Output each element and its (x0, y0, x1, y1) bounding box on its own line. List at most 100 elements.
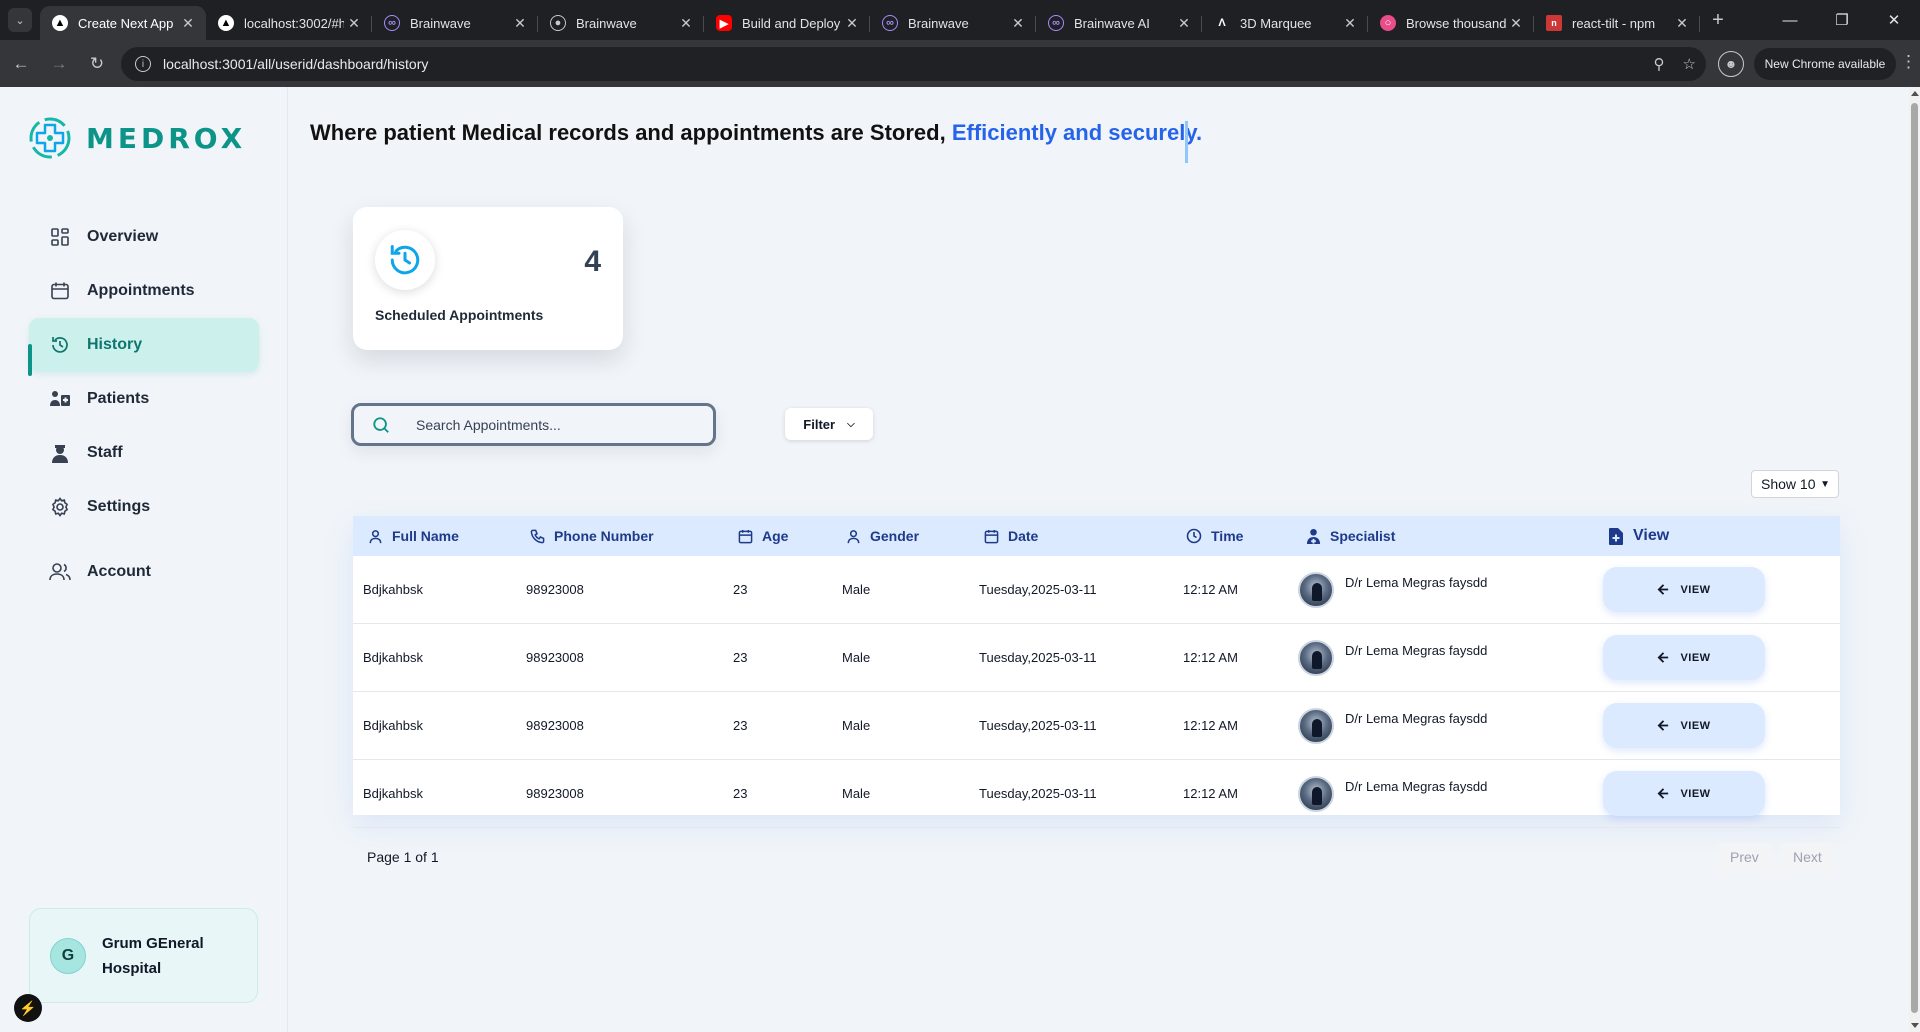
scrollbar-thumb[interactable] (1911, 103, 1918, 1013)
close-icon[interactable]: ✕ (1506, 15, 1526, 32)
column-header-specialist[interactable]: Specialist (1305, 516, 1395, 556)
lightning-icon[interactable]: ⚡ (14, 994, 42, 1022)
sidebar-item-label: Account (87, 563, 151, 580)
close-icon[interactable]: ✕ (842, 15, 862, 32)
tab-search-button[interactable]: ⌄ (0, 0, 40, 40)
browser-tab[interactable]: ○ Browse thousand ✕ (1368, 6, 1534, 40)
sidebar-item-settings[interactable]: Settings (29, 480, 259, 534)
sidebar-item-label: Settings (87, 498, 151, 515)
scroll-up-icon[interactable] (1911, 91, 1919, 96)
scroll-down-icon[interactable] (1911, 1023, 1919, 1028)
sidebar-nav: Overview Appointments History Patients S… (28, 210, 259, 599)
close-icon[interactable]: ✕ (510, 15, 530, 32)
column-header-view[interactable]: View (1608, 516, 1669, 556)
close-window-icon[interactable]: ✕ (1868, 0, 1920, 40)
page-size-select[interactable]: Show 10 ▼ (1751, 470, 1839, 498)
table-header: Full Name Phone Number Age Gender Date T… (353, 516, 1840, 556)
more-menu-icon[interactable]: ⋮ (1900, 52, 1917, 72)
reload-button[interactable]: ↻ (80, 47, 114, 81)
column-header-age[interactable]: Age (737, 516, 788, 556)
close-icon[interactable]: ✕ (1672, 15, 1692, 32)
address-bar[interactable]: i localhost:3001/all/userid/dashboard/hi… (121, 47, 1706, 81)
bookmark-star-icon[interactable]: ☆ (1683, 55, 1696, 73)
minimize-icon[interactable]: — (1764, 0, 1816, 40)
browser-tab[interactable]: ▲ Create Next App ✕ (40, 6, 206, 40)
column-header-time[interactable]: Time (1186, 516, 1243, 556)
next-page-button[interactable]: Next (1781, 843, 1834, 871)
table-row: Bdjkahbsk 98923008 23 Male Tuesday,2025-… (353, 760, 1840, 828)
restore-icon[interactable]: ❐ (1816, 0, 1868, 40)
tab-list: ▲ Create Next App ✕ ▲ localhost:3002/#h … (40, 0, 1700, 40)
browser-tab[interactable]: ∞ Brainwave AI ✕ (1036, 6, 1202, 40)
browser-tab[interactable]: ∞ Brainwave ✕ (372, 6, 538, 40)
view-button[interactable]: VIEW (1603, 635, 1765, 680)
close-icon[interactable]: ✕ (1340, 15, 1360, 32)
column-header-phone-number[interactable]: Phone Number (529, 516, 654, 556)
specialist-name: D/r Lema Megras faysdd (1345, 711, 1488, 726)
app-viewport: MEDROX Overview Appointments History Pat… (0, 87, 1909, 1032)
sidebar-item-account[interactable]: Account (29, 545, 259, 599)
cell-time: 12:12 AM (1183, 650, 1238, 665)
browser-tab[interactable]: n react-tilt - npm ✕ (1534, 6, 1700, 40)
browser-tab[interactable]: ▶ Build and Deploy ✕ (704, 6, 870, 40)
view-button[interactable]: VIEW (1603, 771, 1765, 816)
brand-name: MEDROX (86, 121, 247, 155)
close-icon[interactable]: ✕ (178, 15, 198, 32)
sidebar-item-appointments[interactable]: Appointments (29, 264, 259, 318)
column-label: View (1633, 527, 1670, 544)
cell-date: Tuesday,2025-03-11 (979, 786, 1097, 801)
calendar-icon (737, 528, 753, 544)
arrow-left-icon (1657, 651, 1670, 664)
chrome-update-button[interactable]: New Chrome available (1754, 48, 1896, 80)
close-icon[interactable]: ✕ (1174, 15, 1194, 32)
brand-logo[interactable]: MEDROX (28, 116, 246, 160)
page-scrollbar[interactable] (1909, 87, 1920, 1032)
view-button[interactable]: VIEW (1603, 703, 1765, 748)
search-input[interactable] (416, 416, 676, 433)
profile-icon[interactable]: ☻ (1718, 51, 1744, 77)
browser-tab[interactable]: ∞ Brainwave ✕ (870, 6, 1036, 40)
column-header-full-name[interactable]: Full Name (367, 516, 459, 556)
chevron-down-icon: ▼ (1820, 478, 1830, 490)
gear-icon (49, 496, 71, 518)
close-icon[interactable]: ✕ (676, 15, 696, 32)
sidebar-item-overview[interactable]: Overview (29, 210, 259, 264)
zoom-icon[interactable]: ⚲ (1654, 55, 1665, 73)
browser-tab[interactable]: Λ 3D Marquee ✕ (1202, 6, 1368, 40)
arrow-left-icon (1657, 583, 1670, 596)
column-header-gender[interactable]: Gender (845, 516, 919, 556)
table-row: Bdjkahbsk 98923008 23 Male Tuesday,2025-… (353, 692, 1840, 760)
column-label: Date (1008, 528, 1039, 544)
prev-page-button[interactable]: Prev (1718, 843, 1771, 871)
site-info-icon[interactable]: i (135, 56, 151, 72)
view-button[interactable]: VIEW (1603, 567, 1765, 612)
doctor-icon (1305, 528, 1321, 544)
filter-button[interactable]: Filter ⌵ (785, 408, 873, 440)
close-icon[interactable]: ✕ (344, 15, 364, 32)
browser-tab[interactable]: ● Brainwave ✕ (538, 6, 704, 40)
cell-time: 12:12 AM (1183, 786, 1238, 801)
hospital-card[interactable]: G Grum GEneral Hospital (29, 908, 258, 1003)
new-tab-button[interactable]: + (1700, 9, 1736, 32)
forward-button[interactable]: → (42, 47, 76, 81)
user-icon (367, 528, 383, 544)
browser-toolbar: ← → ↻ i localhost:3001/all/userid/dashbo… (0, 40, 1920, 87)
sidebar-item-patients[interactable]: Patients (29, 372, 259, 426)
calendar-icon (49, 280, 71, 302)
phone-icon (529, 528, 545, 544)
cell-full-name: Bdjkahbsk (363, 718, 423, 733)
typing-caret (1185, 121, 1188, 163)
avatar (1298, 571, 1334, 608)
sidebar-item-history[interactable]: History (28, 318, 259, 376)
close-icon[interactable]: ✕ (1008, 15, 1028, 32)
back-button[interactable]: ← (4, 47, 38, 81)
column-header-date[interactable]: Date (983, 516, 1038, 556)
chevron-down-icon: ⌵ (847, 418, 855, 430)
table-row: Bdjkahbsk 98923008 23 Male Tuesday,2025-… (353, 624, 1840, 692)
sidebar-item-staff[interactable]: Staff (29, 426, 259, 480)
column-label: Time (1211, 528, 1244, 544)
browser-tab[interactable]: ▲ localhost:3002/#h ✕ (206, 6, 372, 40)
tab-title: Brainwave (576, 15, 637, 31)
scheduled-appointments-card: 4 Scheduled Appointments (353, 207, 623, 350)
headline-text: Where patient Medical records and appoin… (310, 120, 952, 145)
